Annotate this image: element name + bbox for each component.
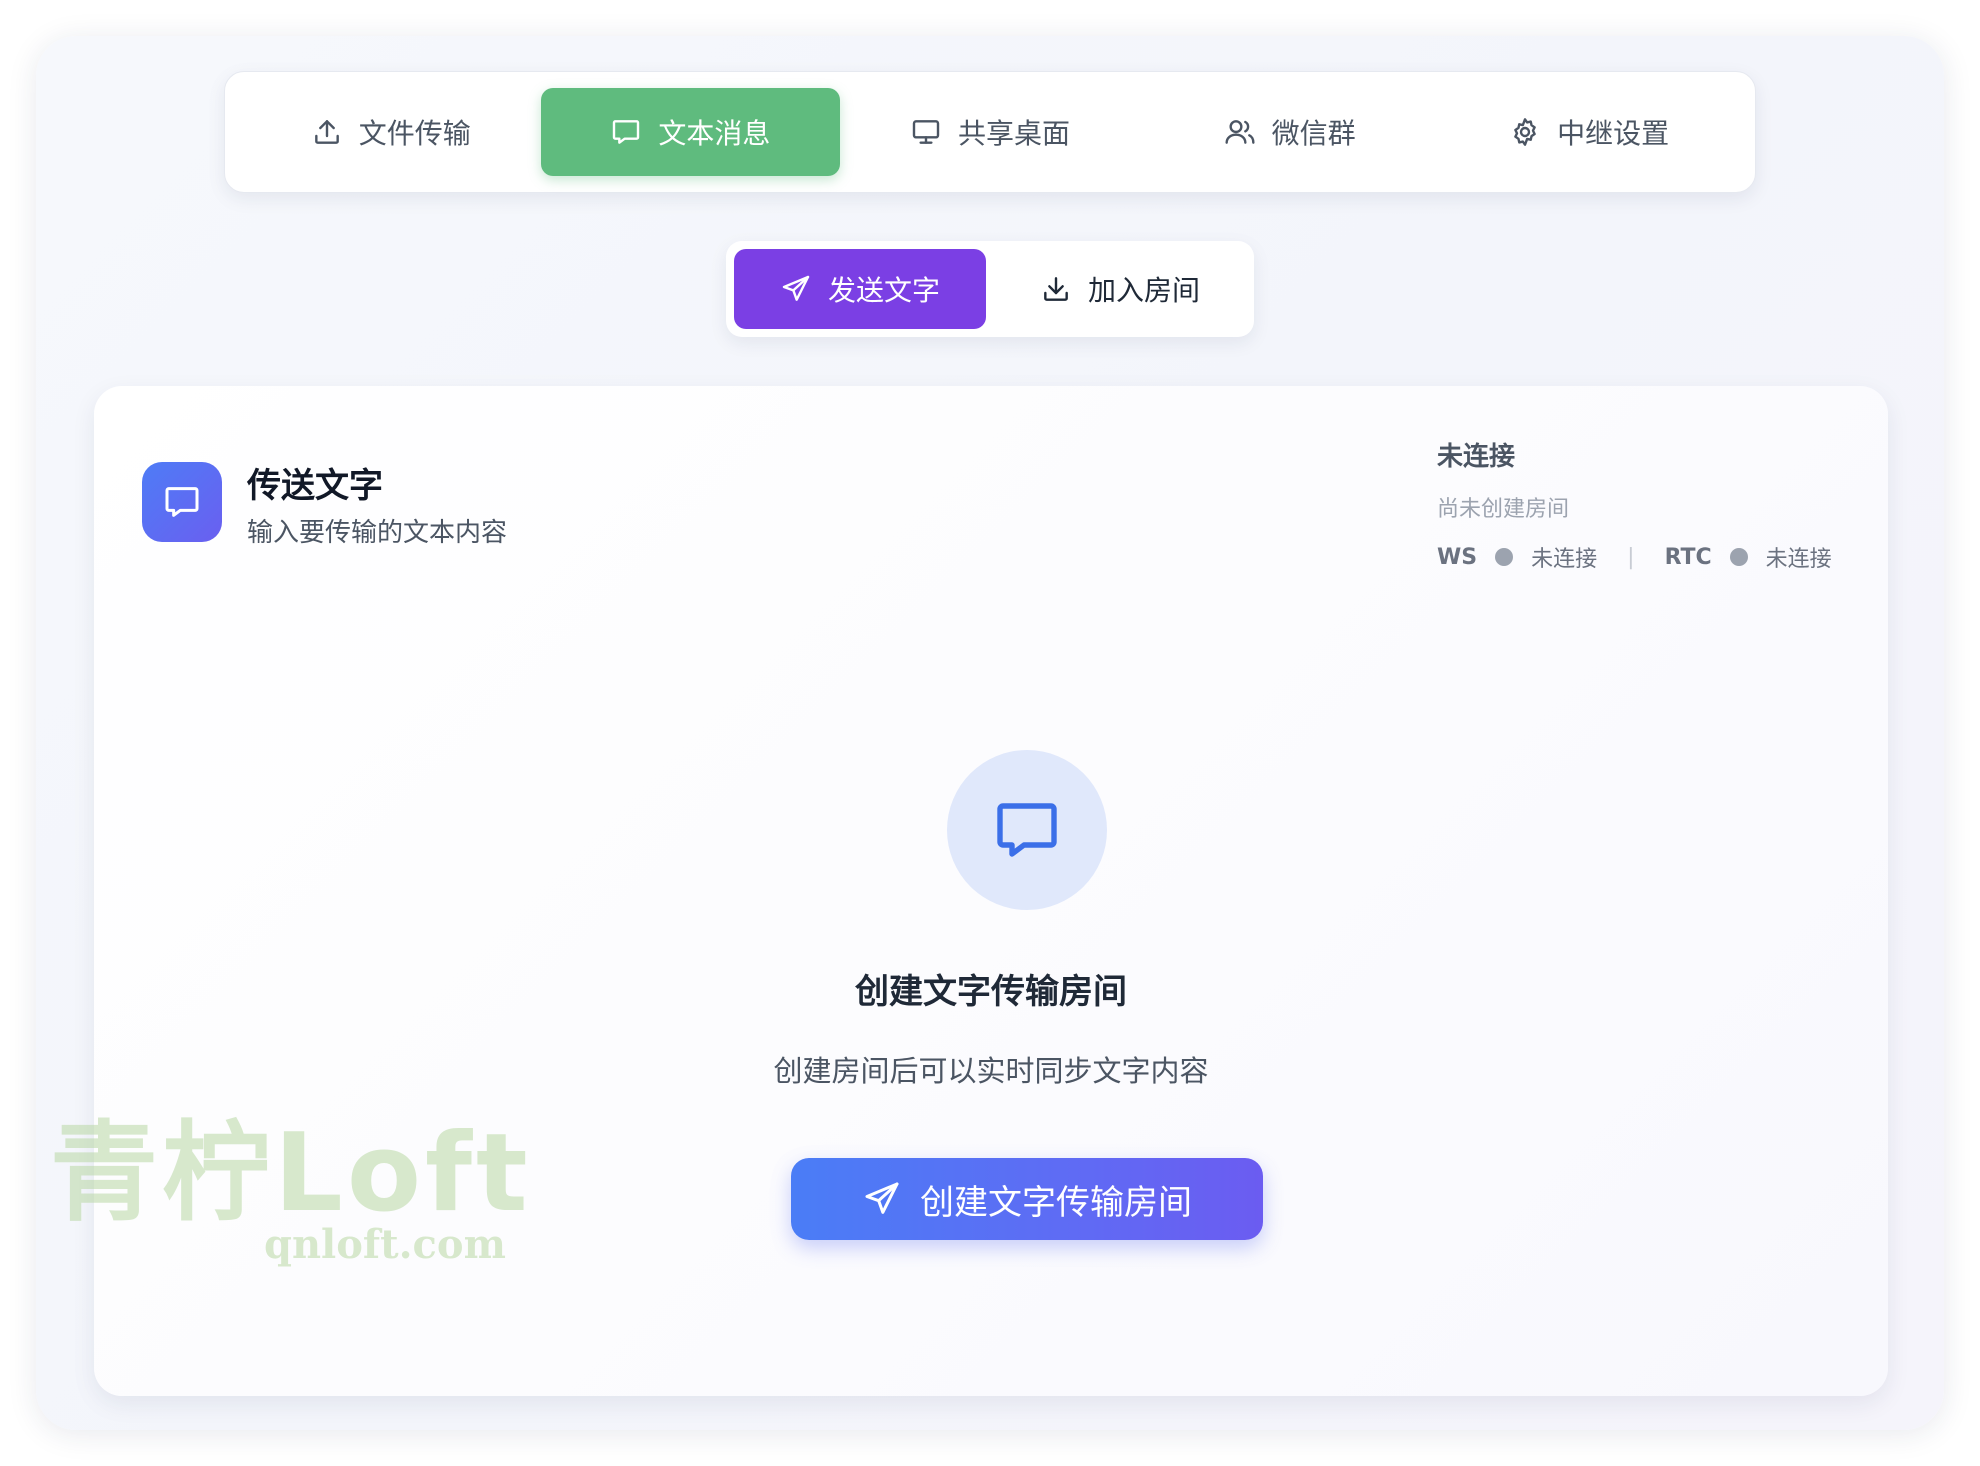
status-separator: | <box>1627 544 1635 570</box>
ws-state: 未连接 <box>1531 547 1598 572</box>
create-room-button-label: 创建文字传输房间 <box>920 1182 1192 1223</box>
watermark-url: qnloft.com <box>264 1221 506 1268</box>
tab-text-message[interactable]: 文本消息 <box>540 88 841 176</box>
tab-join-room[interactable]: 加入房间 <box>994 249 1246 329</box>
card-title: 传送文字 <box>247 466 383 506</box>
send-icon <box>782 275 810 301</box>
room-status: 尚未创建房间 <box>1437 497 1570 522</box>
tab-relay-settings-label: 中继设置 <box>1557 117 1670 150</box>
app-frame: 文件传输 文本消息 共享桌面 微信群 中继设置 发送文字 加入房间 传送文字 输… <box>36 36 1944 1430</box>
tab-share-desktop[interactable]: 共享桌面 <box>840 88 1140 176</box>
gear-icon <box>1514 118 1536 146</box>
message-icon <box>165 487 199 517</box>
users-icon <box>1225 120 1255 144</box>
message-icon <box>613 120 640 144</box>
card-subtitle: 输入要传输的文本内容 <box>247 518 508 548</box>
tab-send-text[interactable]: 发送文字 <box>734 249 986 329</box>
message-icon <box>997 803 1057 857</box>
tab-wechat-group[interactable]: 微信群 <box>1140 88 1440 176</box>
rtc-label: RTC <box>1664 544 1712 570</box>
tab-send-text-label: 发送文字 <box>827 274 940 307</box>
status-indicators: WS 未连接 | RTC 未连接 <box>1437 541 1857 573</box>
tab-file-transfer[interactable]: 文件传输 <box>241 88 541 176</box>
send-icon <box>865 1182 899 1214</box>
download-icon <box>1044 277 1068 301</box>
tab-file-transfer-label: 文件传输 <box>358 117 471 150</box>
tab-share-desktop-label: 共享桌面 <box>957 117 1070 150</box>
watermark-logo: 青柠Loft <box>50 1111 532 1236</box>
ws-status-dot <box>1495 548 1514 566</box>
ws-label: WS <box>1437 544 1478 570</box>
empty-state-icon <box>947 750 1107 910</box>
connection-status-title: 未连接 <box>1437 442 1516 472</box>
tab-text-message-label: 文本消息 <box>658 117 771 150</box>
tab-wechat-group-label: 微信群 <box>1271 117 1356 150</box>
empty-state-title: 创建文字传输房间 <box>855 972 1127 1012</box>
upload-icon <box>314 120 339 144</box>
tab-relay-settings[interactable]: 中继设置 <box>1439 88 1739 176</box>
rtc-state: 未连接 <box>1765 547 1832 572</box>
tab-join-room-label: 加入房间 <box>1087 274 1200 307</box>
watermark: 青柠Loft qnloft.com <box>50 1086 530 1286</box>
empty-state-description: 创建房间后可以实时同步文字内容 <box>773 1054 1209 1088</box>
connection-status: 未连接 尚未创建房间 WS 未连接 | RTC 未连接 <box>1437 436 1857 573</box>
create-room-button[interactable]: 创建文字传输房间 <box>791 1158 1263 1240</box>
rtc-status-dot <box>1729 548 1748 566</box>
monitor-icon <box>912 120 940 144</box>
sub-tab-bar: 发送文字 加入房间 <box>726 241 1254 337</box>
card-header-icon <box>142 462 222 542</box>
main-tab-bar: 文件传输 文本消息 共享桌面 微信群 中继设置 <box>224 71 1756 193</box>
